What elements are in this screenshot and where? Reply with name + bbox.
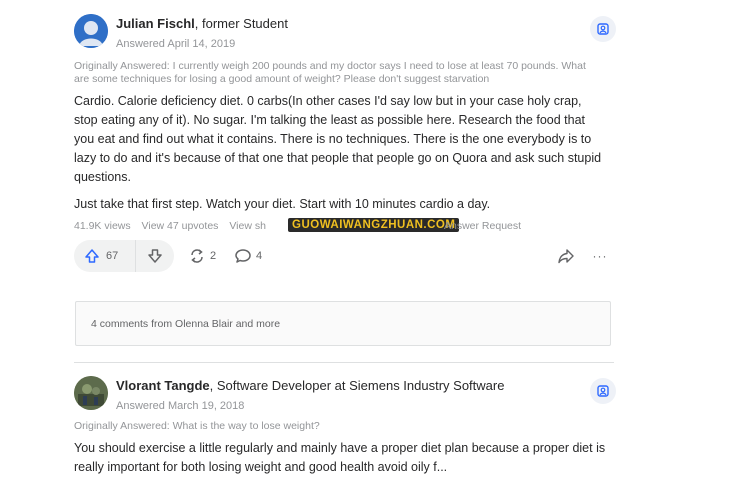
downvote-arrow-icon [148,249,162,263]
answer-card: Julian Fischl, former Student Answered A… [74,10,616,272]
user-silhouette-icon [74,14,108,48]
original-question[interactable]: Originally Answered: What is the way to … [74,420,594,433]
view-upvotes-link[interactable]: View 47 upvotes [142,220,219,232]
follow-icon [597,385,609,397]
author-credential: , former Student [194,16,288,31]
follow-button[interactable] [590,16,616,42]
answer-paragraph: Just take that first step. Watch your di… [74,197,491,211]
reshare-count: 2 [210,250,217,262]
profile-photo-icon [74,376,108,410]
vote-group: 67 [74,240,174,272]
view-shares-link[interactable]: View sh [229,220,266,232]
downvote-button[interactable] [136,240,174,272]
follow-button[interactable] [590,378,616,404]
views-count: 41.9K views [74,220,131,232]
author-line: Vlorant Tangde, Software Developer at Si… [116,378,504,393]
reshare-icon [191,249,203,263]
answer-stats: 41.9K views View 47 upvotes View sh GUOW… [74,218,614,236]
answer-header: Vlorant Tangde, Software Developer at Si… [74,372,616,416]
author-line: Julian Fischl, former Student [116,16,288,31]
upvote-count: 67 [106,250,119,262]
share-button[interactable] [554,244,578,268]
share-arrow-icon [558,249,574,264]
follow-icon [597,23,609,35]
answer-paragraph: You should exercise a little regularly a… [74,441,606,474]
answer-date[interactable]: Answered April 14, 2019 [116,38,235,50]
upvote-button[interactable]: 67 [74,240,136,272]
original-question[interactable]: Originally Answered: I currently weigh 2… [74,60,594,86]
watermark: GUOWAIWANGZHUAN.COM [288,218,460,232]
divider [74,362,614,363]
author-credential: , Software Developer at Siemens Industry… [209,378,505,393]
comments-preview[interactable]: 4 comments from Olenna Blair and more [75,301,611,346]
avatar[interactable] [74,14,108,48]
comment-button[interactable]: 4 [234,240,262,272]
author-name[interactable]: Julian Fischl [116,16,195,31]
answer-card: Vlorant Tangde, Software Developer at Si… [74,372,616,477]
answer-request-link[interactable]: Answer Request [444,220,521,232]
answer-body: You should exercise a little regularly a… [74,439,608,477]
answer-body: Cardio. Calorie deficiency diet. 0 carbs… [74,92,608,214]
answer-date[interactable]: Answered March 19, 2018 [116,400,244,412]
comment-bubble-icon [235,249,251,263]
action-bar: 67 2 4 ··· [74,240,614,272]
upvote-arrow-icon [85,249,99,263]
avatar[interactable] [74,376,108,410]
comment-count: 4 [256,250,263,262]
author-name[interactable]: Vlorant Tangde [116,378,210,393]
answer-paragraph: Cardio. Calorie deficiency diet. 0 carbs… [74,94,602,184]
reshare-button[interactable]: 2 [188,240,216,272]
more-options-button[interactable]: ··· [588,244,612,268]
answer-header: Julian Fischl, former Student Answered A… [74,10,616,54]
